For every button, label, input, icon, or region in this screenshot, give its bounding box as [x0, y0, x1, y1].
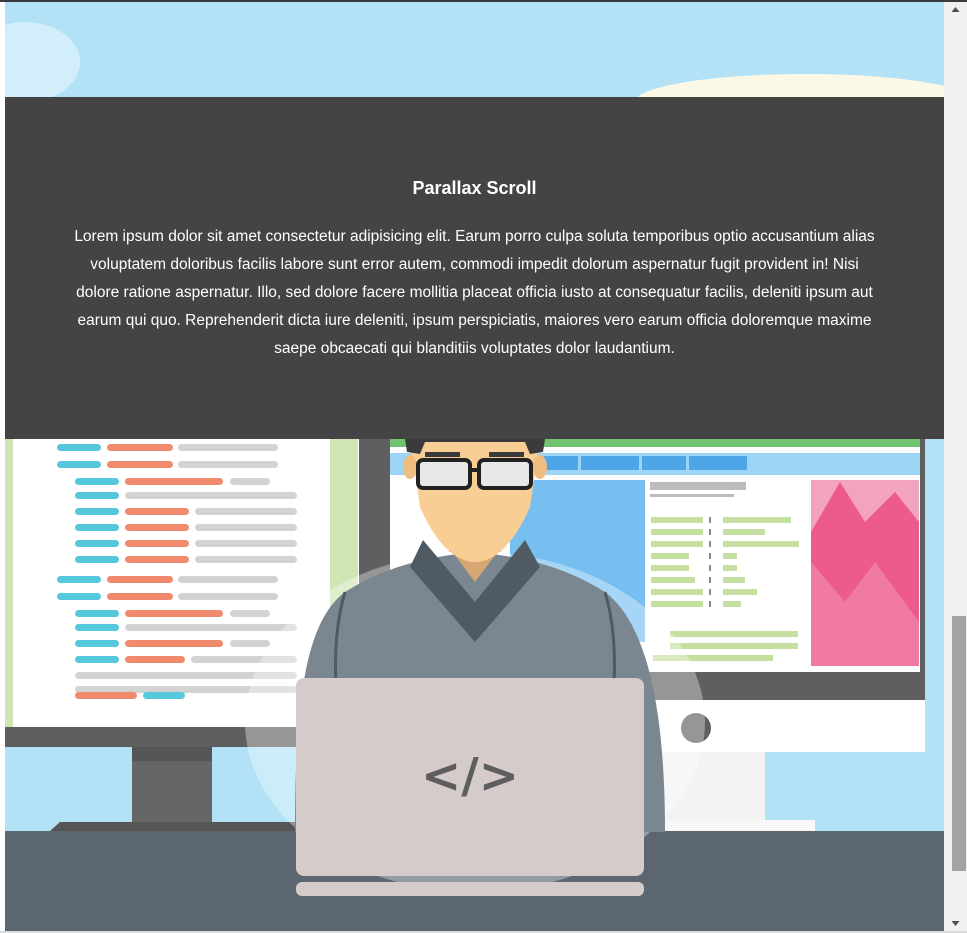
laptop-code-symbol: </>	[421, 748, 519, 804]
browser-viewport: </> Parallax Scroll Lorem ipsum dolor si…	[0, 0, 967, 933]
parallax-content-section: Parallax Scroll Lorem ipsum dolor sit am…	[5, 97, 944, 439]
section-title: Parallax Scroll	[412, 178, 537, 198]
vertical-scrollbar[interactable]	[944, 2, 967, 931]
parallax-scene: </> Parallax Scroll Lorem ipsum dolor si…	[5, 2, 944, 931]
scroll-up-arrow-icon[interactable]	[944, 2, 967, 19]
scroll-down-arrow-icon[interactable]	[944, 914, 967, 931]
scrollbar-thumb[interactable]	[952, 616, 966, 871]
laptop: </>	[296, 678, 644, 896]
section-body-text: Lorem ipsum dolor sit amet consectetur a…	[74, 228, 875, 357]
